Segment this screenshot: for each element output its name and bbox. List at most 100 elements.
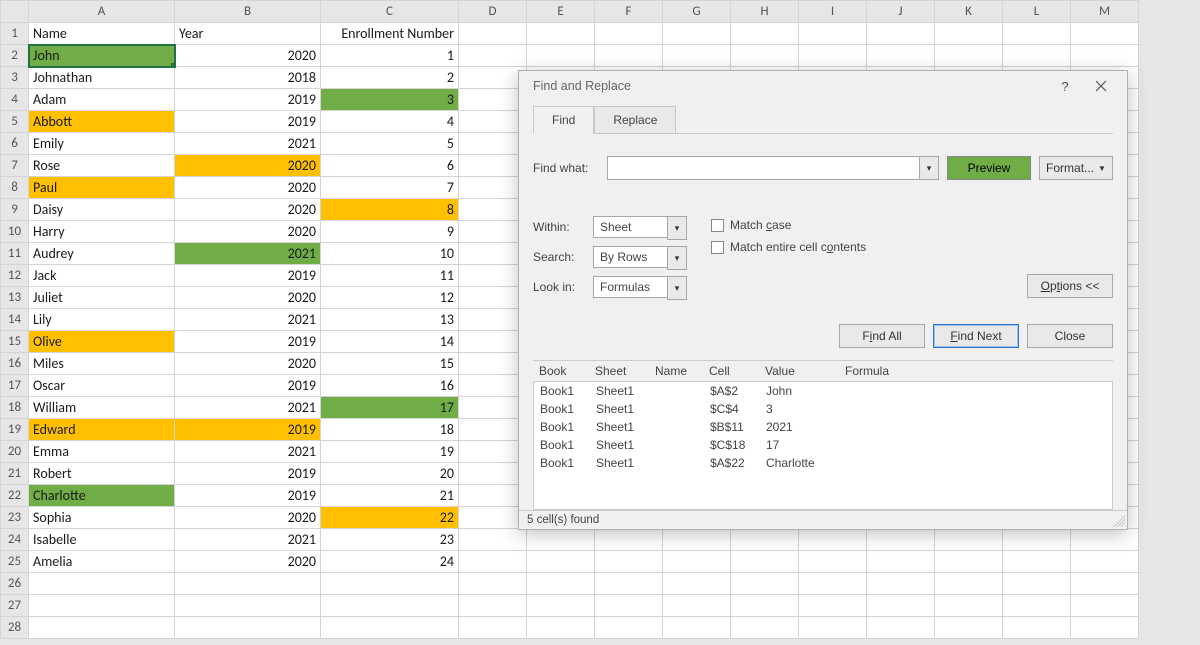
- cell-D17[interactable]: [459, 375, 527, 397]
- cell-D12[interactable]: [459, 265, 527, 287]
- cell-D27[interactable]: [459, 595, 527, 617]
- cell-B13[interactable]: 2020: [175, 287, 321, 309]
- cell-C10[interactable]: 9: [321, 221, 459, 243]
- cell-B27[interactable]: [175, 595, 321, 617]
- options-button[interactable]: Options <<: [1027, 274, 1113, 298]
- cell-B5[interactable]: 2019: [175, 111, 321, 133]
- cell-D5[interactable]: [459, 111, 527, 133]
- row-header-27[interactable]: 27: [1, 595, 29, 617]
- row-header-24[interactable]: 24: [1, 529, 29, 551]
- cell-C6[interactable]: 5: [321, 133, 459, 155]
- cell-D14[interactable]: [459, 309, 527, 331]
- cell-D13[interactable]: [459, 287, 527, 309]
- results-col-sheet[interactable]: Sheet: [589, 364, 649, 378]
- cell-C9[interactable]: 8: [321, 199, 459, 221]
- cell-A14[interactable]: Lily: [29, 309, 175, 331]
- cell-D20[interactable]: [459, 441, 527, 463]
- cell-B9[interactable]: 2020: [175, 199, 321, 221]
- cell-B12[interactable]: 2019: [175, 265, 321, 287]
- cell-B10[interactable]: 2020: [175, 221, 321, 243]
- column-header-C[interactable]: C: [321, 1, 459, 23]
- cell-E26[interactable]: [527, 573, 595, 595]
- cell-F25[interactable]: [595, 551, 663, 573]
- cell-C13[interactable]: 12: [321, 287, 459, 309]
- cell-G25[interactable]: [663, 551, 731, 573]
- cell-A7[interactable]: Rose: [29, 155, 175, 177]
- cell-D8[interactable]: [459, 177, 527, 199]
- results-row[interactable]: Book1Sheet1$C$1817: [534, 436, 1112, 454]
- cell-B1[interactable]: Year: [175, 23, 321, 45]
- cell-B23[interactable]: 2020: [175, 507, 321, 529]
- cell-M1[interactable]: [1071, 23, 1139, 45]
- cell-J25[interactable]: [867, 551, 935, 573]
- cell-C19[interactable]: 18: [321, 419, 459, 441]
- cell-A2[interactable]: John: [29, 45, 175, 67]
- results-row[interactable]: Book1Sheet1$A$22Charlotte: [534, 454, 1112, 472]
- results-col-name[interactable]: Name: [649, 364, 703, 378]
- row-header-28[interactable]: 28: [1, 617, 29, 639]
- row-header-3[interactable]: 3: [1, 67, 29, 89]
- select-all-corner[interactable]: [1, 1, 29, 23]
- cell-D10[interactable]: [459, 221, 527, 243]
- tab-replace[interactable]: Replace: [594, 106, 676, 134]
- cell-C26[interactable]: [321, 573, 459, 595]
- cell-M2[interactable]: [1071, 45, 1139, 67]
- cell-A27[interactable]: [29, 595, 175, 617]
- results-row[interactable]: Book1Sheet1$A$2John: [534, 382, 1112, 400]
- cell-A4[interactable]: Adam: [29, 89, 175, 111]
- cell-B4[interactable]: 2019: [175, 89, 321, 111]
- row-header-18[interactable]: 18: [1, 397, 29, 419]
- cell-B26[interactable]: [175, 573, 321, 595]
- cell-C7[interactable]: 6: [321, 155, 459, 177]
- format-button[interactable]: Format...▼: [1039, 156, 1113, 180]
- cell-C5[interactable]: 4: [321, 111, 459, 133]
- find-all-button[interactable]: Find All: [839, 324, 925, 348]
- cell-D19[interactable]: [459, 419, 527, 441]
- cell-A5[interactable]: Abbott: [29, 111, 175, 133]
- cell-A13[interactable]: Juliet: [29, 287, 175, 309]
- cell-B17[interactable]: 2019: [175, 375, 321, 397]
- results-row[interactable]: Book1Sheet1$C$43: [534, 400, 1112, 418]
- cell-B19[interactable]: 2019: [175, 419, 321, 441]
- results-col-value[interactable]: Value: [759, 364, 839, 378]
- cell-D25[interactable]: [459, 551, 527, 573]
- row-header-13[interactable]: 13: [1, 287, 29, 309]
- row-header-22[interactable]: 22: [1, 485, 29, 507]
- row-header-26[interactable]: 26: [1, 573, 29, 595]
- cell-J26[interactable]: [867, 573, 935, 595]
- cell-A12[interactable]: Jack: [29, 265, 175, 287]
- cell-K28[interactable]: [935, 617, 1003, 639]
- column-header-M[interactable]: M: [1071, 1, 1139, 23]
- cell-M27[interactable]: [1071, 595, 1139, 617]
- results-row[interactable]: Book1Sheet1$B$112021: [534, 418, 1112, 436]
- row-header-20[interactable]: 20: [1, 441, 29, 463]
- cell-A15[interactable]: Olive: [29, 331, 175, 353]
- cell-D11[interactable]: [459, 243, 527, 265]
- row-header-17[interactable]: 17: [1, 375, 29, 397]
- cell-J2[interactable]: [867, 45, 935, 67]
- cell-C11[interactable]: 10: [321, 243, 459, 265]
- column-header-A[interactable]: A: [29, 1, 175, 23]
- cell-D2[interactable]: [459, 45, 527, 67]
- cell-B20[interactable]: 2021: [175, 441, 321, 463]
- cell-K2[interactable]: [935, 45, 1003, 67]
- cell-H28[interactable]: [731, 617, 799, 639]
- cell-L27[interactable]: [1003, 595, 1071, 617]
- row-header-14[interactable]: 14: [1, 309, 29, 331]
- cell-D6[interactable]: [459, 133, 527, 155]
- cell-D26[interactable]: [459, 573, 527, 595]
- cell-A21[interactable]: Robert: [29, 463, 175, 485]
- cell-C16[interactable]: 15: [321, 353, 459, 375]
- cell-E27[interactable]: [527, 595, 595, 617]
- cell-C24[interactable]: 23: [321, 529, 459, 551]
- cell-A18[interactable]: William: [29, 397, 175, 419]
- close-button[interactable]: Close: [1027, 324, 1113, 348]
- cell-G26[interactable]: [663, 573, 731, 595]
- cell-A25[interactable]: Amelia: [29, 551, 175, 573]
- column-header-L[interactable]: L: [1003, 1, 1071, 23]
- cell-J1[interactable]: [867, 23, 935, 45]
- column-header-E[interactable]: E: [527, 1, 595, 23]
- cell-H26[interactable]: [731, 573, 799, 595]
- cell-A1[interactable]: Name: [29, 23, 175, 45]
- cell-A22[interactable]: Charlotte: [29, 485, 175, 507]
